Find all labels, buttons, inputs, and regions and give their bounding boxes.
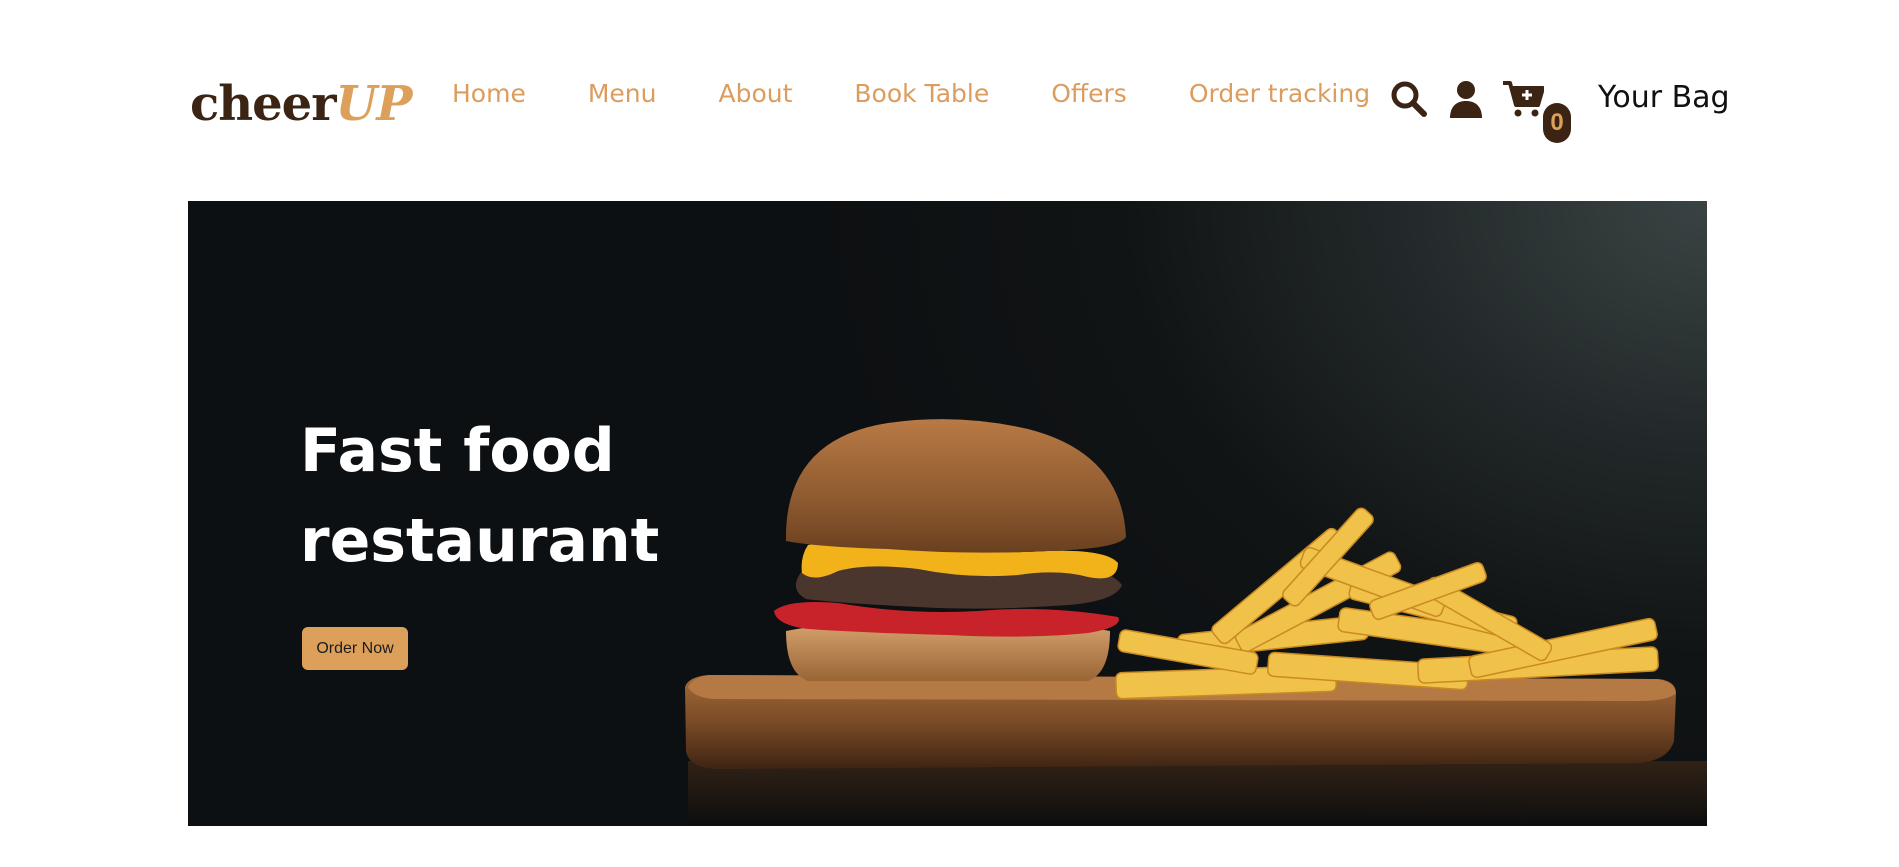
hero-title: Fast food restaurant [300, 406, 659, 586]
hero-title-line-1: Fast food [300, 416, 615, 486]
nav-item-book-table[interactable]: Book Table [854, 76, 989, 112]
french-fries [1115, 507, 1659, 700]
nav-item-offers[interactable]: Offers [1051, 76, 1127, 112]
user-account-button[interactable] [1444, 77, 1488, 121]
hero-banner: Fast food restaurant Order Now [188, 201, 1707, 826]
search-icon [1391, 81, 1427, 117]
nav-item-home[interactable]: Home [452, 76, 526, 112]
nav-item-about[interactable]: About [718, 76, 792, 112]
cart-button[interactable]: 0 [1501, 77, 1571, 143]
nav-item-order-tracking[interactable]: Order tracking [1189, 76, 1370, 112]
hero-title-line-2: restaurant [300, 506, 660, 576]
burger [774, 419, 1126, 681]
nav-item-menu[interactable]: Menu [588, 76, 657, 112]
search-button[interactable] [1387, 77, 1431, 121]
site-logo[interactable]: cheer UP [190, 68, 413, 132]
site-header: cheer UP Home Menu About Book Table Offer… [0, 0, 1899, 200]
logo-text-cheer: cheer [190, 76, 336, 132]
table-reflection [688, 761, 1707, 826]
order-now-button[interactable]: Order Now [302, 627, 408, 670]
cart-plus-icon [1503, 81, 1544, 117]
header-actions: 0 [1387, 74, 1571, 143]
user-icon [1450, 81, 1482, 118]
logo-text-up: UP [335, 76, 413, 132]
main-nav: Home Menu About Book Table Offers Order … [452, 76, 1370, 112]
your-bag-link[interactable]: Your Bag [1598, 78, 1730, 118]
cart-count-badge: 0 [1543, 103, 1571, 143]
